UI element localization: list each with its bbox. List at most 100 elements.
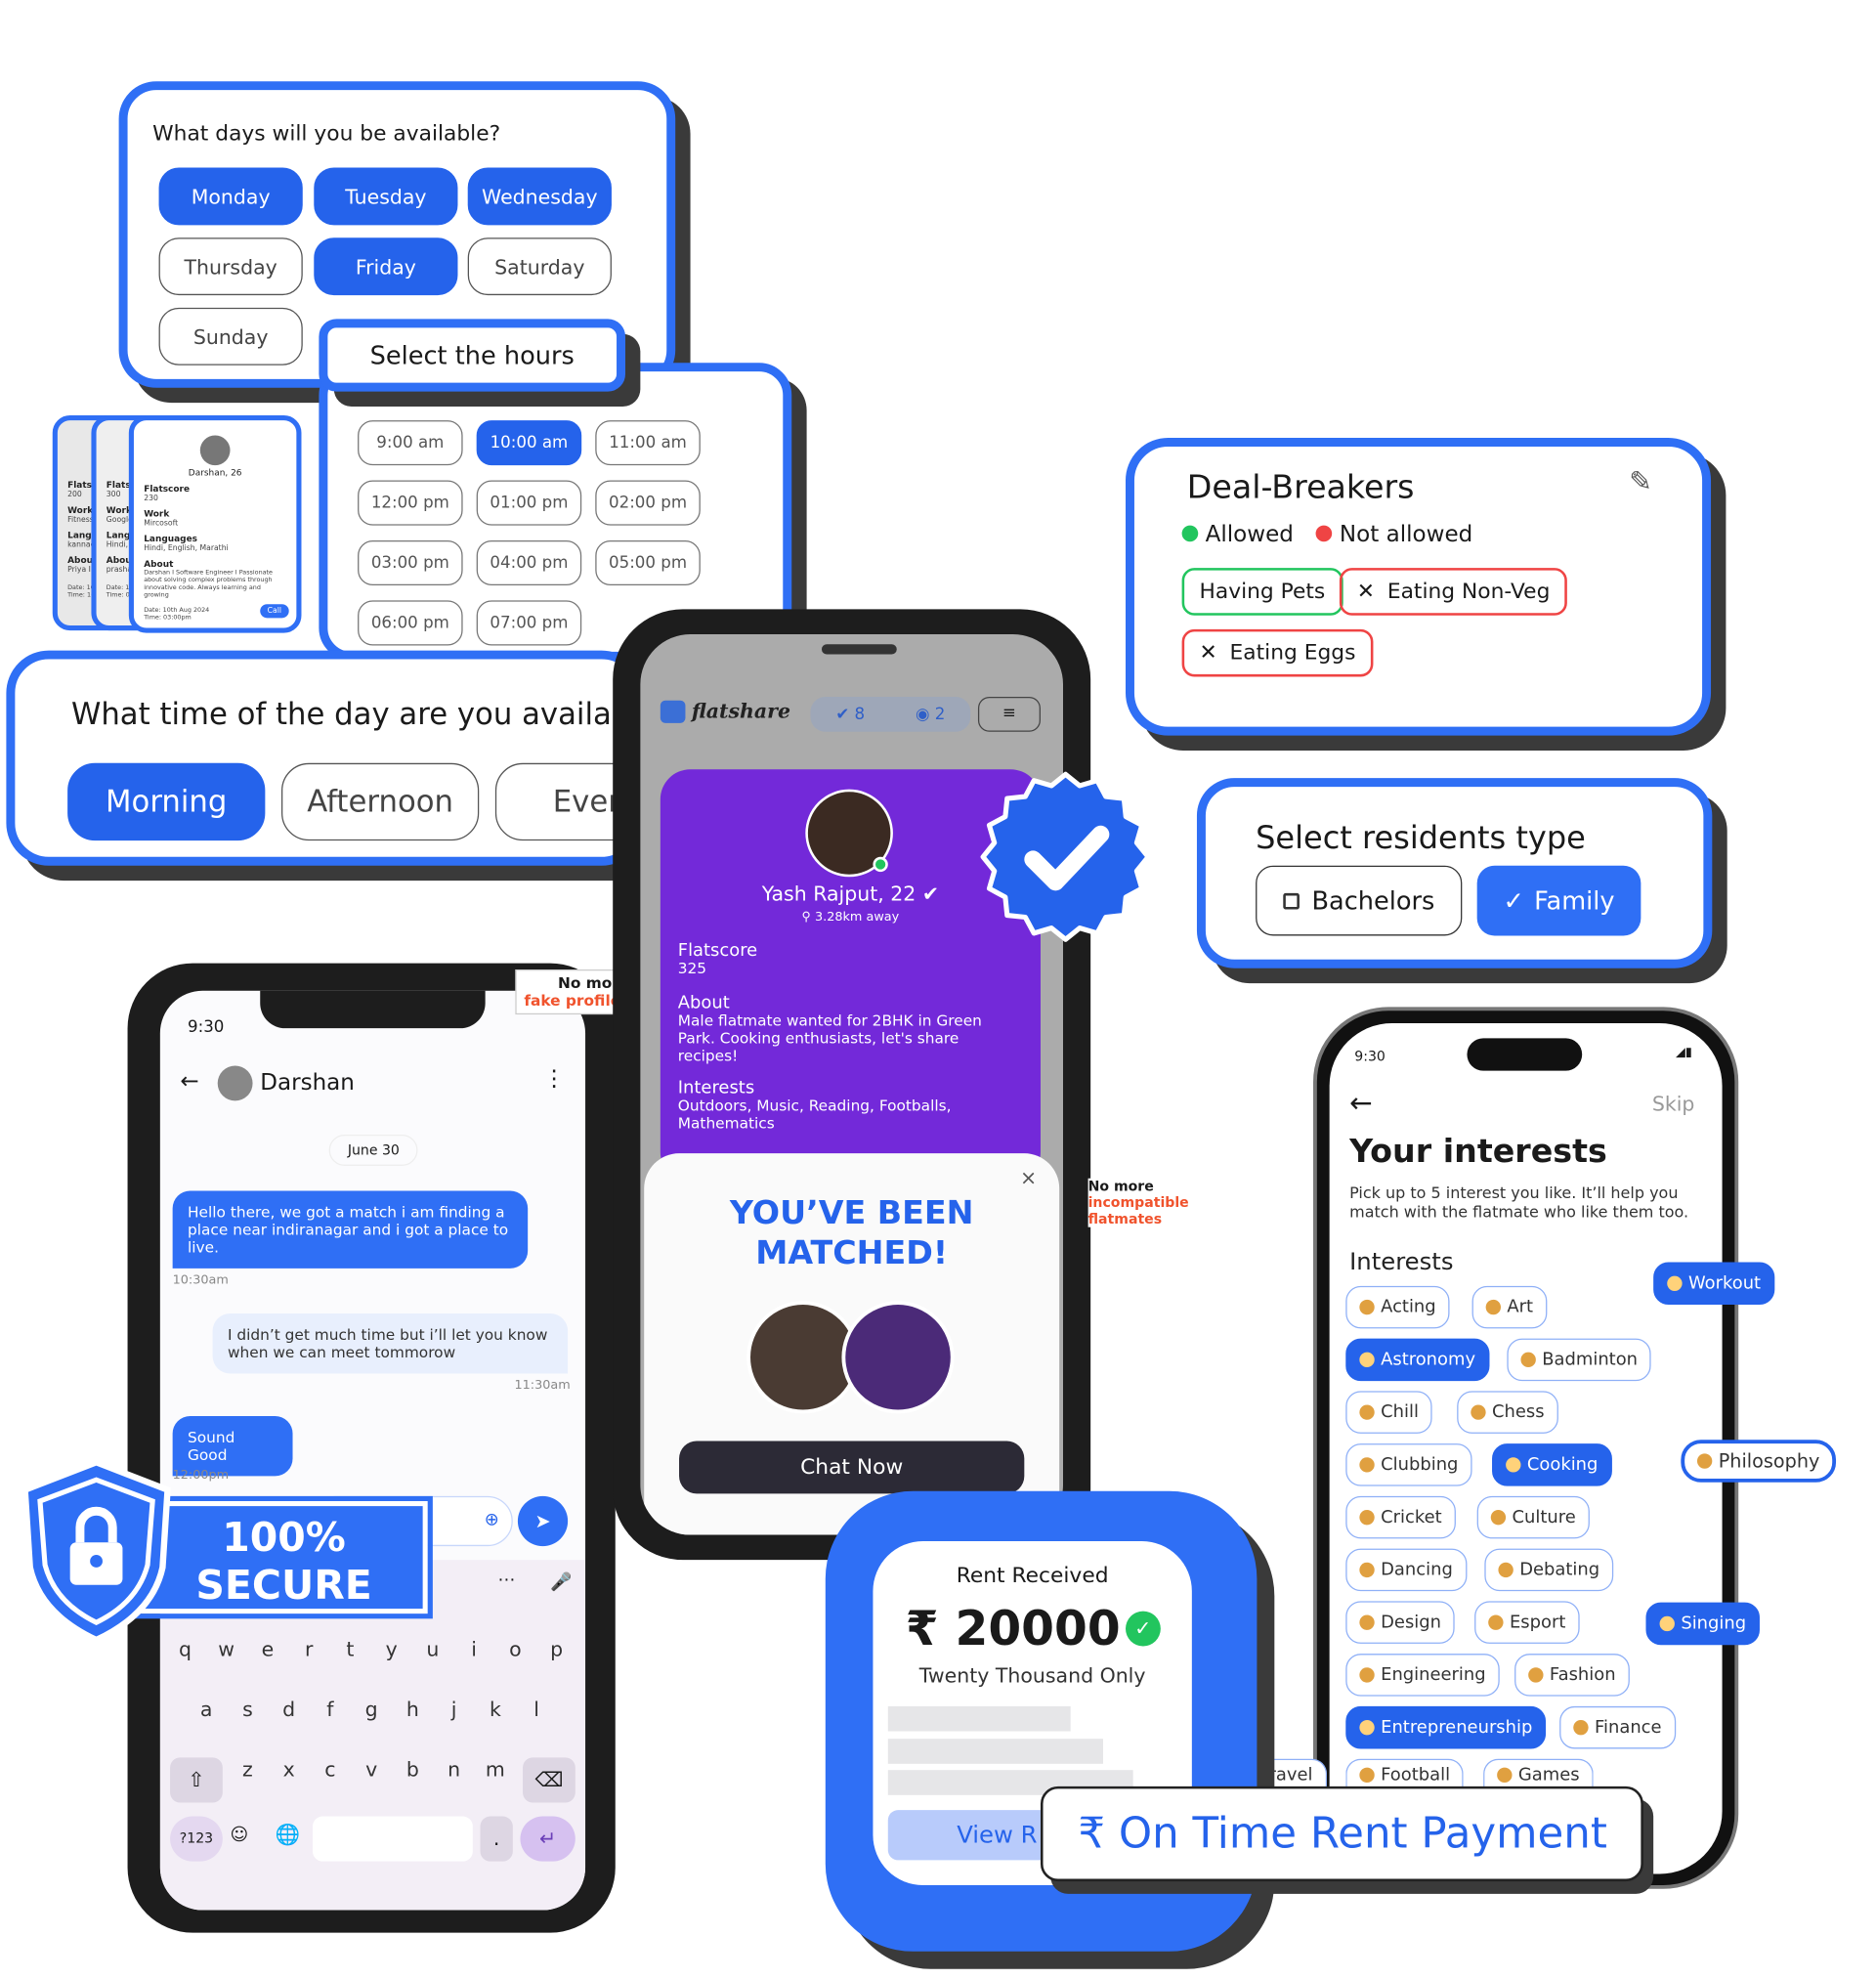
green-dot-icon [1181, 525, 1199, 542]
key-l[interactable]: l [520, 1698, 552, 1721]
interest-chip-acting[interactable]: Acting [1345, 1285, 1450, 1329]
interest-chip-art[interactable]: Art [1471, 1285, 1548, 1329]
message-bubble: I didn’t get much time but i’ll let you … [212, 1313, 569, 1374]
skip-button[interactable]: Skip [1652, 1092, 1695, 1115]
key-o[interactable]: o [499, 1638, 532, 1661]
hour-option[interactable]: 10:00 am [476, 420, 582, 466]
day-option-tuesday[interactable]: Tuesday [314, 167, 458, 226]
backspace-key[interactable]: ⌫ [523, 1757, 576, 1803]
time-option-morning[interactable]: Morning [67, 762, 266, 841]
shift-key[interactable]: ⇧ [170, 1757, 223, 1803]
key-s[interactable]: s [232, 1698, 264, 1721]
family-option[interactable]: ✓ Family [1476, 865, 1642, 936]
secure-line1: 100% [222, 1513, 346, 1562]
call-button[interactable]: Call [259, 604, 289, 619]
chat-now-button[interactable]: Chat Now [679, 1441, 1025, 1494]
key-p[interactable]: p [540, 1638, 573, 1661]
interest-chip-cricket[interactable]: Cricket [1345, 1495, 1456, 1539]
day-option-wednesday[interactable]: Wednesday [467, 167, 612, 226]
space-key[interactable] [313, 1816, 473, 1862]
hour-option[interactable]: 12:00 pm [358, 480, 463, 526]
hour-option[interactable]: 11:00 am [595, 420, 701, 466]
mic-icon[interactable]: 🎤 [550, 1572, 572, 1592]
send-button[interactable]: ➤ [517, 1495, 569, 1547]
globe-key-icon[interactable]: 🌐 [276, 1823, 301, 1846]
emoji-key[interactable]: ☺ [231, 1826, 249, 1845]
hour-option[interactable]: 02:00 pm [595, 480, 701, 526]
key-k[interactable]: k [479, 1698, 511, 1721]
edit-icon[interactable]: ✎ [1629, 466, 1652, 497]
close-icon[interactable]: × [1020, 1166, 1037, 1189]
key-h[interactable]: h [397, 1698, 429, 1721]
interest-chip-singing[interactable]: Singing [1645, 1602, 1761, 1646]
back-arrow-icon[interactable]: ← [180, 1068, 198, 1095]
deal-breaker-eating-eggs[interactable]: ✕ Eating Eggs [1181, 628, 1374, 677]
match-title-line1: YOU’VE BEEN [729, 1194, 974, 1232]
counters[interactable]: ✔ 8 ◉ 2 [810, 696, 971, 732]
close-icon: ✕ [1356, 579, 1376, 605]
hour-option[interactable]: 05:00 pm [595, 539, 701, 586]
interest-chip-clubbing[interactable]: Clubbing [1345, 1443, 1472, 1486]
contact-name[interactable]: Darshan [260, 1069, 355, 1096]
interest-chip-cooking[interactable]: Cooking [1492, 1443, 1612, 1486]
back-arrow-icon[interactable]: ← [1349, 1089, 1373, 1120]
interest-chip-culture[interactable]: Culture [1476, 1495, 1590, 1539]
key-i[interactable]: i [457, 1638, 490, 1661]
day-option-saturday[interactable]: Saturday [467, 237, 612, 296]
key-a[interactable]: a [191, 1698, 223, 1721]
interest-chip-chill[interactable]: Chill [1345, 1391, 1433, 1434]
day-option-monday[interactable]: Monday [158, 167, 303, 226]
hour-option[interactable]: 9:00 am [358, 420, 463, 466]
day-option-thursday[interactable]: Thursday [158, 237, 303, 296]
hour-option[interactable]: 07:00 pm [476, 600, 582, 646]
match-avatar-2 [841, 1301, 955, 1414]
key-j[interactable]: j [438, 1698, 470, 1721]
deal-breaker-label: Having Pets [1199, 579, 1326, 605]
symbols-key[interactable]: ?123 [170, 1816, 223, 1862]
enter-key[interactable]: ↵ [520, 1816, 576, 1862]
interest-chip-entrepreneurship[interactable]: Entrepreneurship [1345, 1705, 1547, 1749]
day-option-sunday[interactable]: Sunday [158, 307, 303, 366]
interest-chip-philosophy[interactable]: Philosophy [1681, 1440, 1836, 1483]
more-key-icon[interactable]: ⋯ [497, 1570, 515, 1589]
time-option-afternoon[interactable]: Afternoon [281, 762, 480, 841]
key-z[interactable]: z [232, 1757, 264, 1781]
interest-chip-astronomy[interactable]: Astronomy [1345, 1338, 1490, 1382]
interest-chip-games[interactable]: Games [1483, 1758, 1594, 1789]
more-options-icon[interactable]: ⋮ [543, 1066, 566, 1093]
filter-button[interactable]: ≡ [977, 696, 1041, 732]
interest-chip-badminton[interactable]: Badminton [1507, 1338, 1652, 1382]
key-f[interactable]: f [314, 1698, 346, 1721]
interest-chip-esport[interactable]: Esport [1474, 1601, 1580, 1644]
deal-breaker-eating-non-veg[interactable]: ✕ Eating Non-Veg [1339, 568, 1568, 616]
period-key[interactable]: . [480, 1816, 513, 1862]
interest-chip-debating[interactable]: Debating [1484, 1548, 1614, 1592]
key-c[interactable]: c [314, 1757, 346, 1781]
bachelors-option[interactable]: Bachelors [1256, 865, 1463, 936]
key-x[interactable]: x [273, 1757, 305, 1781]
key-g[interactable]: g [356, 1698, 388, 1721]
interest-chip-finance[interactable]: Finance [1559, 1705, 1676, 1749]
interest-chip-dancing[interactable]: Dancing [1345, 1548, 1467, 1592]
interest-chip-football[interactable]: Football [1345, 1758, 1465, 1789]
interest-chip-chess[interactable]: Chess [1457, 1391, 1558, 1434]
key-v[interactable]: v [356, 1757, 388, 1781]
interest-chip-design[interactable]: Design [1345, 1601, 1456, 1644]
hour-option[interactable]: 06:00 pm [358, 600, 463, 646]
hour-option[interactable]: 04:00 pm [476, 539, 582, 586]
deal-breaker-having-pets[interactable]: Having Pets [1181, 568, 1343, 616]
key-b[interactable]: b [397, 1757, 429, 1781]
interest-chip-fashion[interactable]: Fashion [1514, 1654, 1630, 1697]
key-m[interactable]: m [479, 1757, 511, 1781]
interest-chip-engineering[interactable]: Engineering [1345, 1654, 1500, 1697]
hour-option[interactable]: 03:00 pm [358, 539, 463, 586]
hour-option[interactable]: 01:00 pm [476, 480, 582, 526]
add-icon[interactable]: ⊕ [485, 1510, 499, 1529]
profile-card-front[interactable]: Darshan, 26 Flatscore 230 Work Mircosoft L… [128, 414, 302, 633]
contact-avatar[interactable] [217, 1065, 253, 1101]
day-option-friday[interactable]: Friday [314, 237, 458, 296]
interest-chip-workout[interactable]: Workout [1653, 1262, 1775, 1306]
key-d[interactable]: d [273, 1698, 305, 1721]
logo[interactable]: flatshare [660, 700, 790, 723]
key-n[interactable]: n [438, 1757, 470, 1781]
